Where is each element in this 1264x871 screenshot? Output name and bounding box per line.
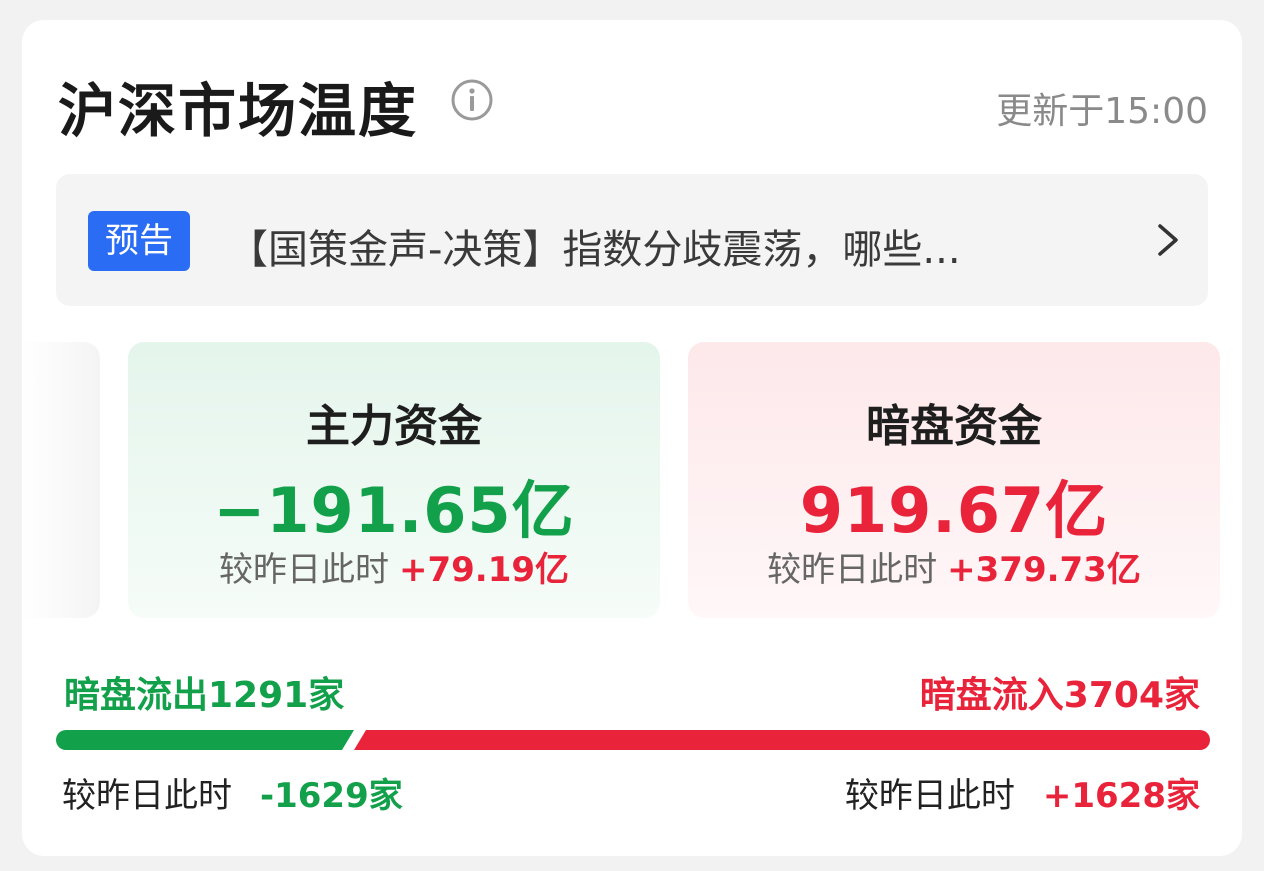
notice-banner[interactable]: 预告 【国策金声-决策】指数分歧震荡，哪些... — [56, 174, 1208, 306]
dark-fund-compare-delta: +379.73亿 — [947, 550, 1141, 590]
info-icon[interactable] — [450, 78, 494, 122]
flow-ratio-bar — [56, 730, 1210, 750]
main-fund-compare-label: 较昨日此时 — [218, 550, 389, 590]
dark-fund-card[interactable]: 暗盘资金 919.67亿 较昨日此时 +379.73亿 — [688, 342, 1220, 618]
dark-fund-label: 暗盘资金 — [866, 401, 1042, 452]
main-fund-label: 主力资金 — [306, 401, 482, 452]
flow-in-compare-delta: +1628家 — [1042, 776, 1200, 816]
flow-in-compare-label: 较昨日此时 — [844, 776, 1015, 816]
market-temperature-card: 沪深市场温度 更新于15:00 预告 【国策金声-决策】指数分歧震荡，哪些...… — [22, 20, 1242, 856]
update-time: 更新于15:00 — [996, 91, 1208, 132]
flow-out-compare-label: 较昨日此时 — [62, 776, 232, 816]
flow-out-compare-delta: -1629家 — [260, 776, 403, 816]
notice-text: 【国策金声-决策】指数分歧震荡，哪些... — [228, 227, 961, 273]
main-fund-card[interactable]: 主力资金 −191.65亿 较昨日此时 +79.19亿 — [128, 342, 660, 618]
main-fund-value: −191.65亿 — [213, 474, 575, 547]
flow-in-label: 暗盘流入3704家 — [919, 675, 1200, 716]
flow-out-label: 暗盘流出1291家 — [64, 675, 345, 716]
flow-out-segment — [56, 730, 354, 750]
dark-fund-compare-label: 较昨日此时 — [767, 550, 938, 590]
previous-card-peek[interactable] — [22, 342, 100, 618]
flow-in-segment — [354, 730, 1210, 750]
flow-in-compare: 较昨日此时 +1628家 — [845, 768, 1200, 817]
main-fund-compare-delta: +79.19亿 — [398, 550, 570, 590]
page-title: 沪深市场温度 — [58, 77, 419, 145]
dark-fund-value: 919.67亿 — [799, 474, 1109, 547]
flow-out-compare: 较昨日此时 -1629家 — [62, 768, 403, 817]
dark-fund-compare: 较昨日此时 +379.73亿 — [688, 542, 1220, 591]
notice-badge: 预告 — [88, 211, 190, 271]
main-fund-compare: 较昨日此时 +79.19亿 — [128, 542, 660, 591]
chevron-right-icon[interactable] — [1148, 220, 1188, 260]
